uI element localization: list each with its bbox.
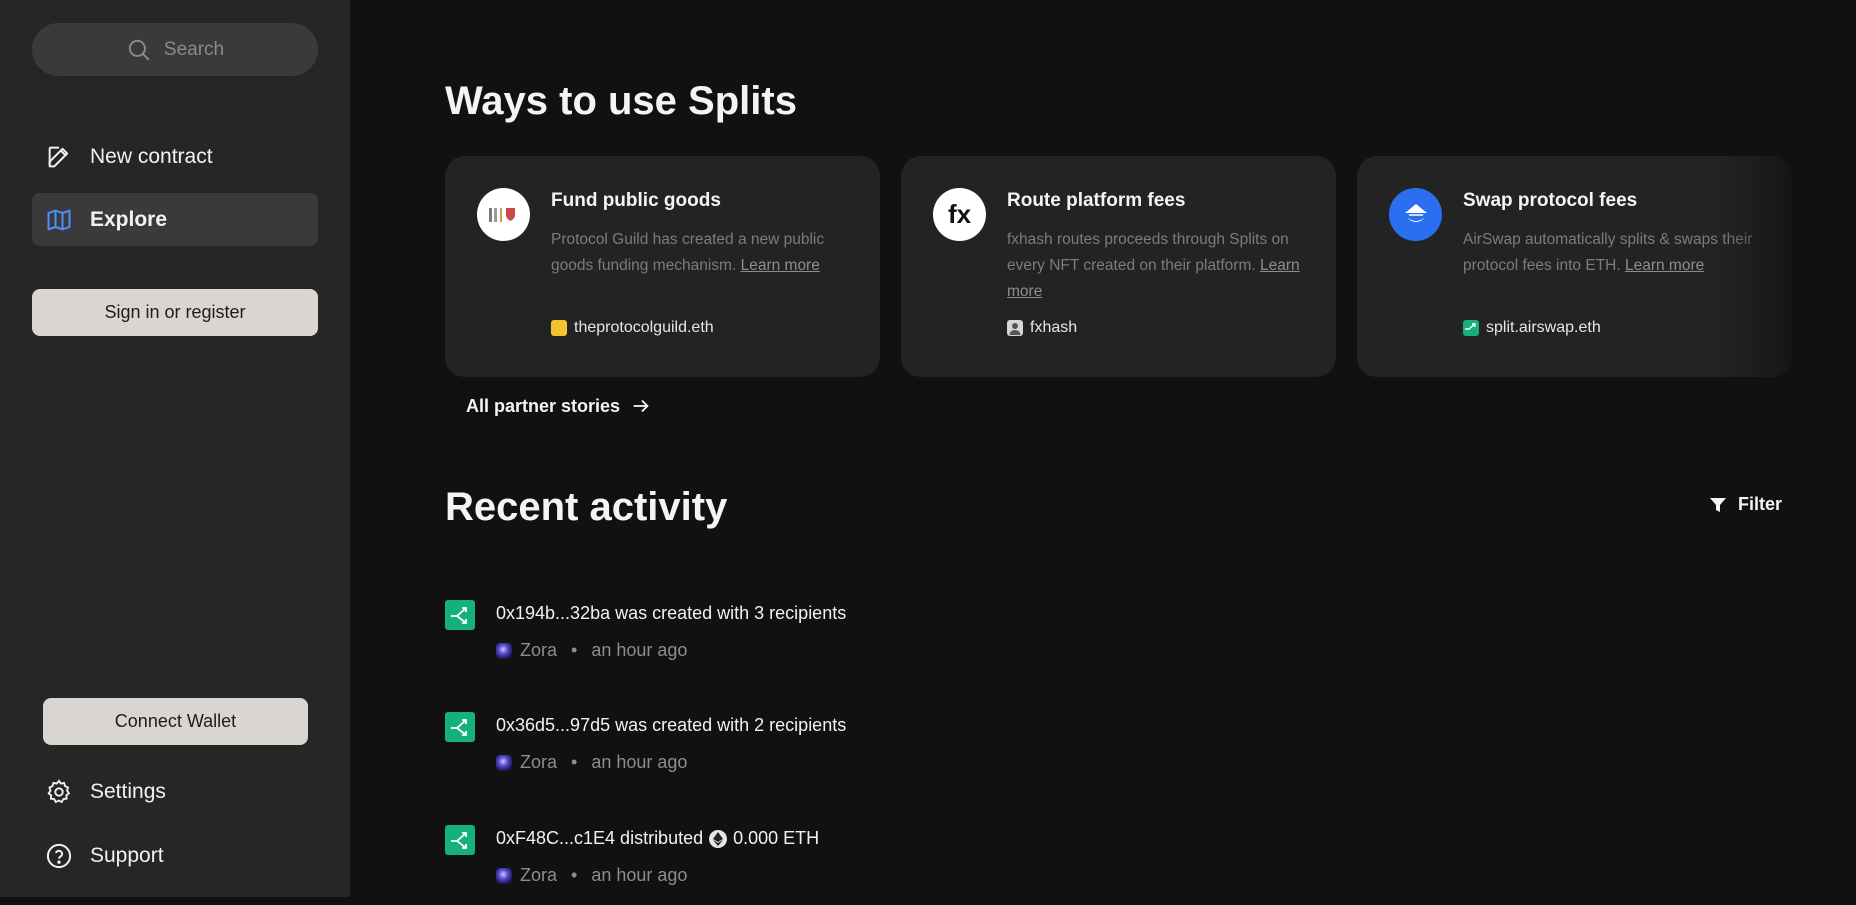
help-circle-icon bbox=[44, 841, 74, 871]
card-description: Protocol Guild has created a new public … bbox=[551, 227, 856, 279]
card-tag[interactable]: theprotocolguild.eth bbox=[551, 319, 714, 337]
nav-new-contract[interactable]: New contract bbox=[32, 130, 318, 183]
activity-text-prefix: 0xF48C...c1E4 distributed bbox=[496, 828, 704, 848]
card-tag-label: fxhash bbox=[1030, 319, 1078, 336]
card-description-text: fxhash routes proceeds through Splits on… bbox=[1007, 231, 1289, 274]
user-avatar-icon bbox=[1007, 320, 1023, 336]
nav-new-contract-label: New contract bbox=[90, 144, 213, 168]
sidebar: Search New contract Explore Sign in or r… bbox=[0, 0, 350, 897]
connect-wallet-button[interactable]: Connect Wallet bbox=[43, 698, 308, 745]
all-partner-stories-link[interactable]: All partner stories bbox=[466, 395, 652, 417]
card-description: fxhash routes proceeds through Splits on… bbox=[1007, 227, 1312, 305]
protocol-guild-logo bbox=[477, 188, 530, 241]
card-tag[interactable]: split.airswap.eth bbox=[1463, 319, 1601, 337]
split-created-icon bbox=[445, 712, 475, 742]
split-tag-icon bbox=[1463, 320, 1479, 336]
fxhash-logo: fx bbox=[933, 188, 986, 241]
nav-explore-label: Explore bbox=[90, 207, 168, 231]
card-title: Swap protocol fees bbox=[1463, 190, 1638, 211]
gear-icon bbox=[44, 777, 74, 807]
card-tag[interactable]: fxhash bbox=[1007, 319, 1077, 337]
filter-button[interactable]: Filter bbox=[1708, 494, 1782, 515]
activity-amount: 0.000 ETH bbox=[733, 828, 820, 848]
activity-text: 0x194b...32ba was created with 3 recipie… bbox=[496, 603, 847, 623]
split-created-icon bbox=[445, 600, 475, 630]
activity-title: Recent activity bbox=[445, 485, 728, 529]
activity-text: 0xF48C...c1E4 distributed 0.000 ETH bbox=[496, 828, 819, 849]
activity-row[interactable]: 0x36d5...97d5 was created with 2 recipie… bbox=[445, 712, 1645, 792]
card-fund-public-goods[interactable]: Fund public goods Protocol Guild has cre… bbox=[445, 156, 880, 377]
activity-meta: Zora • an hour ago bbox=[496, 640, 687, 661]
zora-network-icon bbox=[496, 642, 512, 659]
nav-explore[interactable]: Explore bbox=[32, 193, 318, 246]
activity-meta: Zora • an hour ago bbox=[496, 752, 687, 773]
ways-title: Ways to use Splits bbox=[445, 79, 797, 123]
airswap-logo bbox=[1389, 188, 1442, 241]
learn-more-link[interactable]: Learn more bbox=[741, 257, 820, 274]
nav-settings[interactable]: Settings bbox=[32, 765, 318, 818]
sign-in-button[interactable]: Sign in or register bbox=[32, 289, 318, 336]
search-icon bbox=[128, 39, 150, 60]
zora-network-icon bbox=[496, 867, 512, 884]
card-title: Route platform fees bbox=[1007, 190, 1186, 211]
activity-network: Zora bbox=[520, 865, 558, 885]
activity-time: an hour ago bbox=[591, 640, 688, 660]
activity-meta: Zora • an hour ago bbox=[496, 865, 687, 886]
split-distributed-icon bbox=[445, 825, 475, 855]
card-tag-label: theprotocolguild.eth bbox=[574, 319, 714, 336]
search-input[interactable]: Search bbox=[32, 23, 318, 76]
activity-text: 0x36d5...97d5 was created with 2 recipie… bbox=[496, 715, 847, 735]
filter-icon bbox=[1710, 497, 1726, 512]
partner-link-label: All partner stories bbox=[466, 395, 621, 416]
activity-row[interactable]: 0x194b...32ba was created with 3 recipie… bbox=[445, 600, 1645, 680]
card-description-text: AirSwap automatically splits & swaps the… bbox=[1463, 231, 1753, 274]
nav-support-label: Support bbox=[90, 843, 164, 867]
search-placeholder: Search bbox=[163, 38, 225, 60]
protocol-guild-tag-icon bbox=[551, 320, 567, 336]
zora-network-icon bbox=[496, 754, 512, 771]
learn-more-link[interactable]: Learn more bbox=[1625, 257, 1704, 274]
fxhash-logo-text: fx bbox=[947, 199, 972, 229]
card-tag-label: split.airswap.eth bbox=[1486, 319, 1601, 336]
activity-network: Zora bbox=[520, 752, 558, 772]
nav-support[interactable]: Support bbox=[32, 829, 318, 882]
map-icon bbox=[44, 205, 74, 235]
carousel-fade bbox=[1720, 150, 1856, 385]
activity-network: Zora bbox=[520, 640, 558, 660]
filter-label: Filter bbox=[1738, 494, 1783, 514]
card-title: Fund public goods bbox=[551, 190, 721, 211]
activity-row[interactable]: 0xF48C...c1E4 distributed 0.000 ETH Zora… bbox=[445, 825, 1645, 905]
edit-icon bbox=[44, 142, 74, 172]
nav-settings-label: Settings bbox=[90, 779, 166, 803]
meta-separator: • bbox=[571, 865, 578, 885]
activity-time: an hour ago bbox=[591, 752, 688, 772]
activity-time: an hour ago bbox=[591, 865, 688, 885]
meta-separator: • bbox=[571, 640, 578, 660]
meta-separator: • bbox=[571, 752, 578, 772]
sign-in-label: Sign in or register bbox=[104, 302, 246, 322]
eth-icon bbox=[709, 829, 728, 848]
connect-wallet-label: Connect Wallet bbox=[114, 711, 237, 731]
arrow-right-icon bbox=[633, 399, 649, 413]
card-route-platform-fees[interactable]: fx Route platform fees fxhash routes pro… bbox=[901, 156, 1336, 377]
